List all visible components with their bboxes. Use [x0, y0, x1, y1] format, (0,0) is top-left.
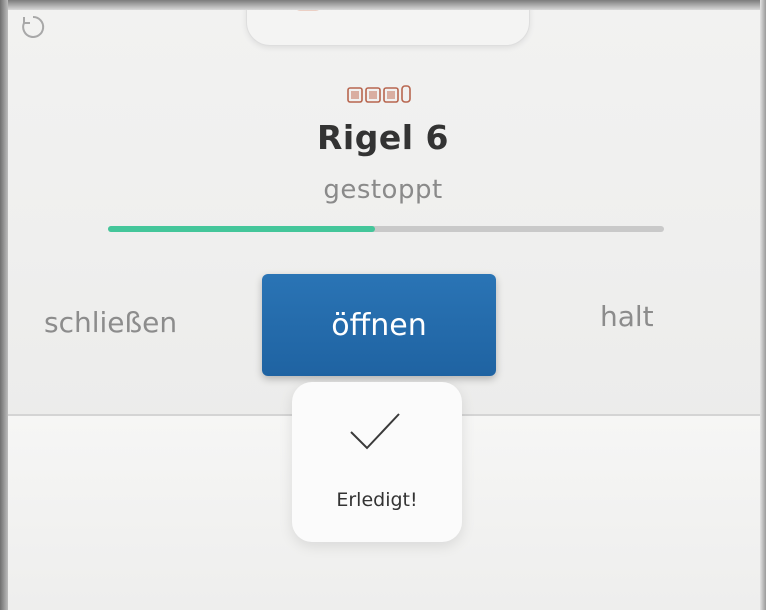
success-toast: Erledigt! [292, 382, 462, 542]
position-progress-bar [108, 226, 664, 232]
open-button[interactable]: öffnen [262, 274, 496, 376]
device-name: Rigel 6 [317, 118, 449, 157]
screen-bezel-right [760, 0, 766, 610]
stop-button[interactable]: halt [600, 300, 700, 350]
app-screen: Rigel 6 gestoppt schließen öffnen halt E… [0, 0, 766, 610]
close-button[interactable]: schließen [44, 306, 244, 356]
shutter-device-icon [347, 85, 411, 103]
toast-message: Erledigt! [336, 489, 418, 511]
refresh-icon[interactable] [18, 12, 48, 42]
device-status: gestoppt [323, 175, 443, 205]
screen-bezel-top [0, 0, 766, 10]
screen-bezel-left [0, 0, 8, 610]
checkmark-icon [350, 413, 400, 450]
position-progress-fill [108, 226, 375, 232]
